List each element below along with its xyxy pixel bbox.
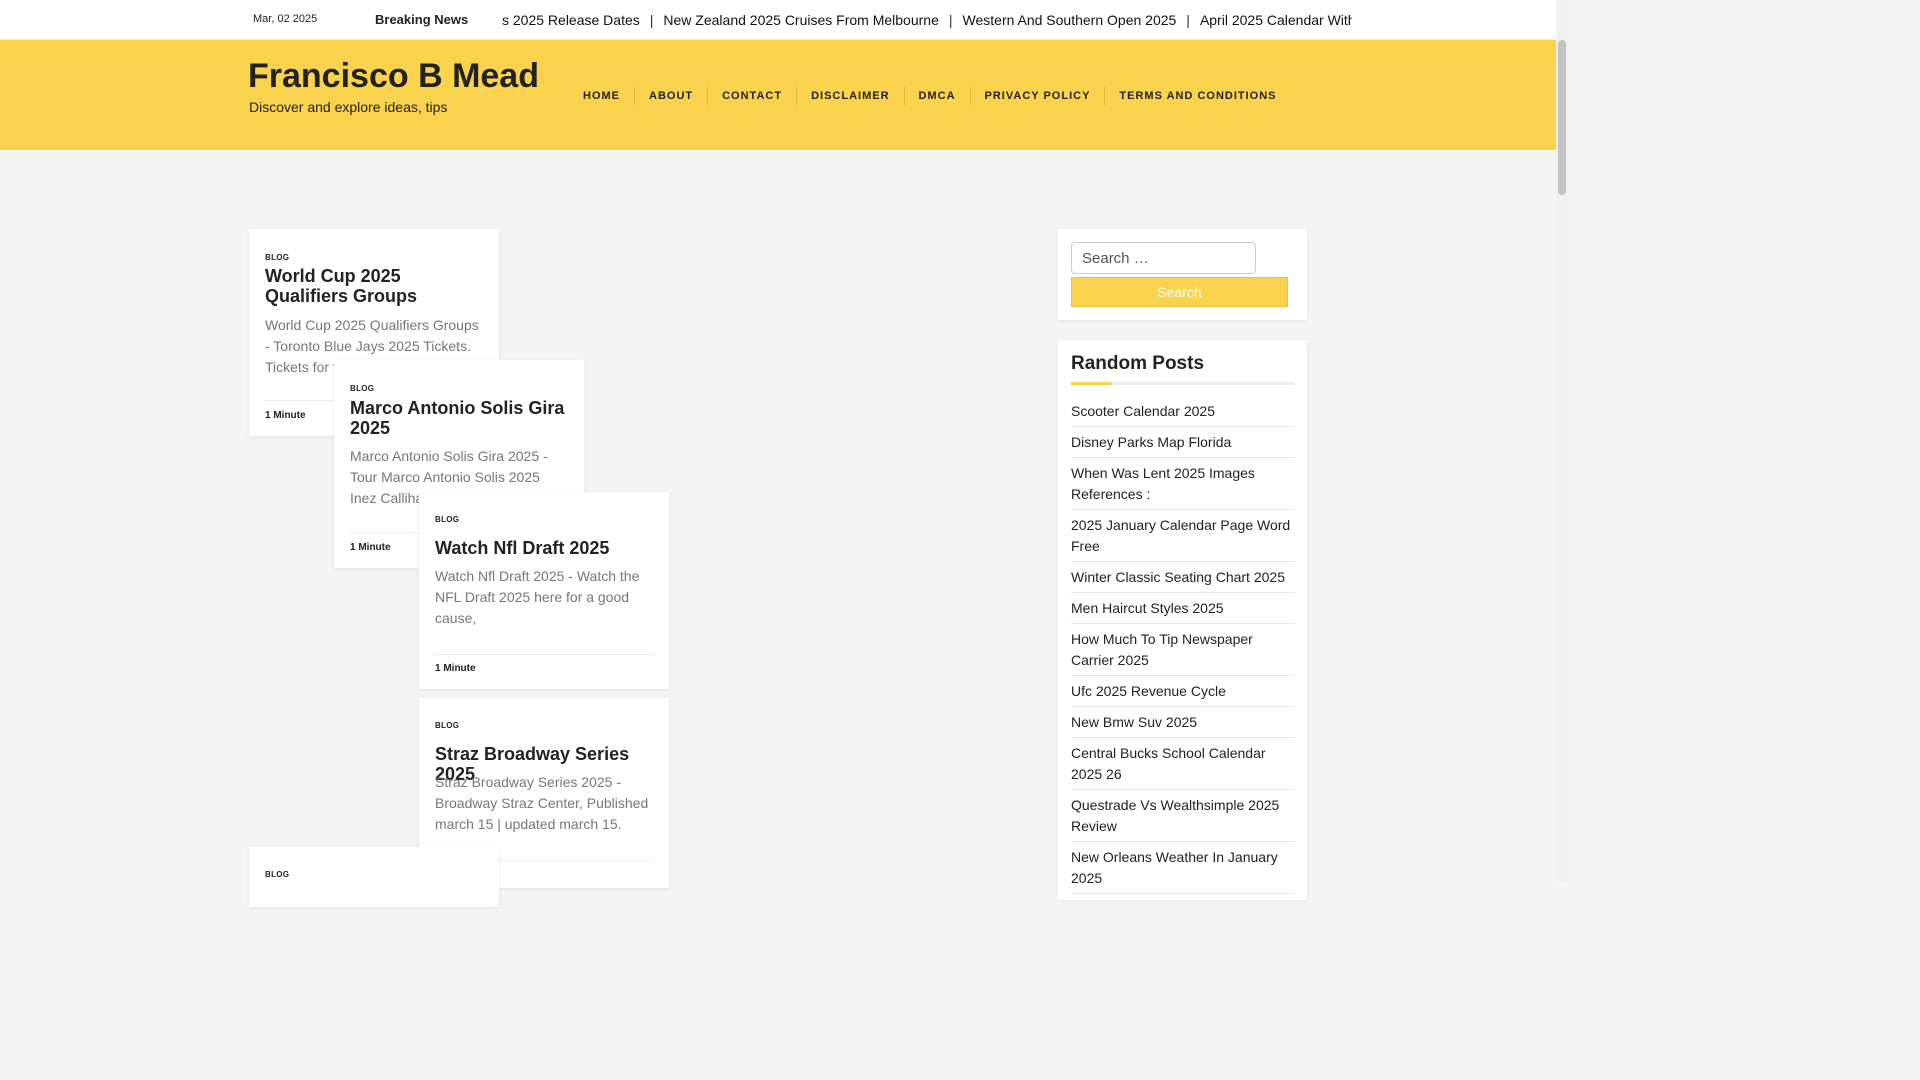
random-post-link[interactable]: When Was Lent 2025 Images References : xyxy=(1071,458,1295,510)
post-read-time: 1 Minute xyxy=(350,542,391,553)
ticker-item[interactable]: Western And Southern Open 2025 xyxy=(963,12,1177,28)
ticker-item[interactable]: April 2025 Calendar With Notes Pri xyxy=(1200,12,1352,28)
random-post-link[interactable]: Disney Parks Map Florida xyxy=(1071,427,1295,458)
post-title[interactable]: World Cup 2025 Qualifiers Groups xyxy=(265,266,483,306)
post-title[interactable]: Watch Nfl Draft 2025 xyxy=(435,538,653,558)
breaking-news-ticker: s 2025 Release Dates | New Zealand 2025 Cr… xyxy=(500,0,1352,40)
post-category[interactable]: BLOG xyxy=(265,870,289,879)
post-card: BLOG Watch Nfl Draft 2025 Watch Nfl Draf… xyxy=(419,492,669,689)
random-posts-widget: Random Posts Scooter Calendar 2025 Disne… xyxy=(1058,340,1307,900)
post-card: BLOG xyxy=(249,847,499,907)
search-widget: Search xyxy=(1058,229,1307,320)
random-post-link[interactable]: Ufc 2025 Revenue Cycle xyxy=(1071,676,1295,707)
nav-contact[interactable]: CONTACT xyxy=(708,87,798,105)
post-read-time: 1 Minute xyxy=(435,663,476,674)
current-date: Mar, 02 2025 xyxy=(253,13,318,25)
top-bar: Mar, 02 2025 Breaking News s 2025 Releas… xyxy=(0,0,1556,40)
random-posts-title: Random Posts xyxy=(1071,353,1205,374)
post-read-time: 1 Minute xyxy=(265,410,306,421)
nav-terms-and-conditions[interactable]: TERMS AND CONDITIONS xyxy=(1105,87,1290,105)
post-title[interactable]: Marco Antonio Solis Gira 2025 xyxy=(350,398,568,438)
ticker-separator: | xyxy=(649,12,654,28)
nav-disclaimer[interactable]: DISCLAIMER xyxy=(797,87,905,105)
random-post-link[interactable]: Winter Classic Seating Chart 2025 xyxy=(1071,562,1295,593)
post-divider xyxy=(435,654,653,655)
nav-about[interactable]: ABOUT xyxy=(635,87,709,105)
random-posts-list: Scooter Calendar 2025 Disney Parks Map F… xyxy=(1071,398,1295,894)
site-header: Francisco B Mead Discover and explore id… xyxy=(0,40,1556,150)
ticker-item[interactable]: s 2025 Release Dates xyxy=(502,12,640,28)
search-input[interactable] xyxy=(1071,242,1256,274)
nav-home[interactable]: HOME xyxy=(569,87,635,105)
page-scrollbar[interactable] xyxy=(1556,0,1568,882)
random-post-link[interactable]: Questrade Vs Wealthsimple 2025 Review xyxy=(1071,790,1295,842)
random-post-link[interactable]: New Orleans Weather In January 2025 xyxy=(1071,842,1295,894)
widget-title-underline xyxy=(1071,382,1295,385)
search-button[interactable]: Search xyxy=(1071,277,1288,307)
ticker-item[interactable]: New Zealand 2025 Cruises From Melbourne xyxy=(663,12,938,28)
random-post-link[interactable]: 2025 January Calendar Page Word Free xyxy=(1071,510,1295,562)
scrollbar-thumb[interactable] xyxy=(1558,40,1566,195)
ticker-separator: | xyxy=(948,12,953,28)
breaking-news-label: Breaking News xyxy=(375,12,469,27)
post-category[interactable]: BLOG xyxy=(265,253,289,262)
site-title[interactable]: Francisco B Mead xyxy=(248,57,539,96)
random-post-link[interactable]: Men Haircut Styles 2025 xyxy=(1071,593,1295,624)
ticker-separator: | xyxy=(1186,12,1190,28)
site-description: Discover and explore ideas, tips xyxy=(249,99,448,115)
post-category[interactable]: BLOG xyxy=(350,384,374,393)
nav-privacy-policy[interactable]: PRIVACY POLICY xyxy=(971,87,1106,105)
widget-title-accent xyxy=(1071,382,1112,385)
random-post-link[interactable]: New Bmw Suv 2025 xyxy=(1071,707,1295,738)
random-post-link[interactable]: How Much To Tip Newspaper Carrier 2025 xyxy=(1071,624,1295,676)
post-excerpt: Straz Broadway Series 2025 - Broadway St… xyxy=(435,774,649,832)
main-nav: HOME ABOUT CONTACT DISCLAIMER DMCA PRIVA… xyxy=(569,87,1291,105)
post-excerpt: Watch Nfl Draft 2025 - Watch the NFL Dra… xyxy=(435,568,640,626)
random-post-link[interactable]: Scooter Calendar 2025 xyxy=(1071,398,1295,427)
random-post-link[interactable]: Central Bucks School Calendar 2025 26 xyxy=(1071,738,1295,790)
nav-dmca[interactable]: DMCA xyxy=(905,87,971,105)
post-category[interactable]: BLOG xyxy=(435,515,459,524)
post-category[interactable]: BLOG xyxy=(435,721,459,730)
